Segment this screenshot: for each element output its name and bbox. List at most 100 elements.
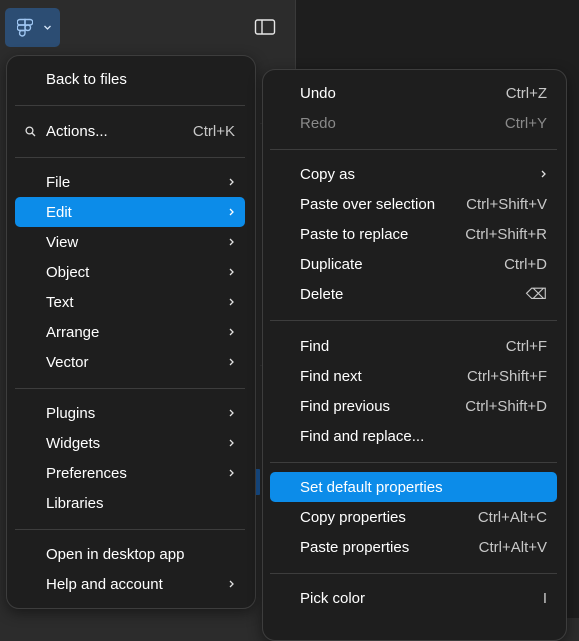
menu-separator — [270, 320, 557, 321]
chevron-right-icon — [229, 178, 234, 186]
paste-properties-item[interactable]: Paste properties Ctrl+Alt+V — [270, 532, 557, 562]
shortcut-label: Ctrl+F — [505, 337, 547, 355]
find-next-item[interactable]: Find next Ctrl+Shift+F — [270, 361, 557, 391]
search-icon — [25, 126, 36, 137]
chevron-right-icon — [229, 409, 234, 417]
menu-item-label: Find previous — [300, 397, 391, 415]
backspace-icon: ⌫ — [525, 286, 547, 303]
vector-item[interactable]: Vector — [15, 347, 245, 377]
edit-item[interactable]: Edit — [15, 197, 245, 227]
shortcut-label: Ctrl+Shift+F — [466, 367, 547, 385]
copy-properties-item[interactable]: Copy properties Ctrl+Alt+C — [270, 502, 557, 532]
menu-item-label: Delete — [300, 285, 344, 303]
menu-item-label: Paste over selection — [300, 195, 436, 213]
menu-item-label: Actions... — [46, 122, 108, 140]
main-menu-button[interactable] — [5, 8, 60, 47]
menu-item-label: Find — [300, 337, 330, 355]
chevron-right-icon — [541, 170, 546, 178]
menu-item-label: Edit — [46, 203, 72, 221]
copy-as-item[interactable]: Copy as — [270, 159, 557, 189]
menu-item-label: Object — [46, 263, 90, 281]
file-item[interactable]: File — [15, 167, 245, 197]
plugins-item[interactable]: Plugins — [15, 398, 245, 428]
redo-item[interactable]: Redo Ctrl+Y — [270, 108, 557, 138]
paste-to-replace-item[interactable]: Paste to replace Ctrl+Shift+R — [270, 219, 557, 249]
menu-item-label: Paste properties — [300, 538, 410, 556]
undo-item[interactable]: Undo Ctrl+Z — [270, 78, 557, 108]
main-menu: Back to files Actions... Ctrl+K File Edi… — [6, 55, 256, 609]
preferences-item[interactable]: Preferences — [15, 458, 245, 488]
menu-item-label: Libraries — [46, 494, 104, 512]
menu-item-label: Open in desktop app — [46, 545, 185, 563]
shortcut-label: Ctrl+Alt+V — [478, 538, 547, 556]
menu-item-label: Undo — [300, 84, 336, 102]
libraries-item[interactable]: Libraries — [15, 488, 245, 518]
menu-item-label: Back to files — [46, 70, 127, 88]
chevron-right-icon — [229, 238, 234, 246]
widgets-item[interactable]: Widgets — [15, 428, 245, 458]
menu-item-label: Pick color — [300, 589, 366, 607]
menu-item-label: Preferences — [46, 464, 127, 482]
menu-item-label: Copy as — [300, 165, 356, 183]
pick-color-item[interactable]: Pick color I — [270, 583, 557, 613]
shortcut-label: I — [542, 589, 547, 607]
menu-separator — [270, 462, 557, 463]
chevron-right-icon — [229, 439, 234, 447]
menu-separator — [270, 573, 557, 574]
sidebar-toggle-icon[interactable] — [254, 18, 276, 36]
help-and-account-item[interactable]: Help and account — [15, 569, 245, 599]
menu-separator — [15, 157, 245, 158]
menu-item-label: Vector — [46, 353, 89, 371]
chevron-right-icon — [229, 298, 234, 306]
arrange-item[interactable]: Arrange — [15, 317, 245, 347]
shortcut-label: Ctrl+Shift+V — [466, 195, 547, 213]
chevron-right-icon — [229, 208, 234, 216]
shortcut-label: Ctrl+Shift+D — [465, 397, 547, 415]
back-to-files-item[interactable]: Back to files — [15, 64, 245, 94]
shortcut-label: Ctrl+D — [504, 255, 547, 273]
shortcut-label: Ctrl+Shift+R — [465, 225, 547, 243]
menu-item-label: Find and replace... — [300, 427, 425, 445]
menu-item-label: Help and account — [46, 575, 163, 593]
shortcut-label: Ctrl+K — [192, 122, 235, 140]
shortcut-label: Ctrl+Z — [505, 84, 547, 102]
text-item[interactable]: Text — [15, 287, 245, 317]
find-and-replace-item[interactable]: Find and replace... — [270, 421, 557, 451]
open-desktop-app-item[interactable]: Open in desktop app — [15, 539, 245, 569]
chevron-right-icon — [229, 268, 234, 276]
menu-separator — [15, 388, 245, 389]
chevron-right-icon — [229, 469, 234, 477]
duplicate-item[interactable]: Duplicate Ctrl+D — [270, 249, 557, 279]
menu-item-label: View — [46, 233, 79, 251]
view-item[interactable]: View — [15, 227, 245, 257]
menu-item-label: Copy properties — [300, 508, 406, 526]
actions-item[interactable]: Actions... Ctrl+K — [15, 116, 245, 146]
paste-over-selection-item[interactable]: Paste over selection Ctrl+Shift+V — [270, 189, 557, 219]
menu-separator — [15, 529, 245, 530]
edit-submenu: Undo Ctrl+Z Redo Ctrl+Y Copy as Paste ov… — [262, 69, 567, 641]
menu-item-label: Text — [46, 293, 74, 311]
chevron-right-icon — [229, 328, 234, 336]
find-previous-item[interactable]: Find previous Ctrl+Shift+D — [270, 391, 557, 421]
chevron-right-icon — [229, 580, 234, 588]
shortcut-label: Ctrl+Y — [504, 114, 547, 132]
set-default-properties-item[interactable]: Set default properties — [270, 472, 557, 502]
figma-logo-icon — [17, 18, 33, 37]
delete-item[interactable]: Delete ⌫ — [270, 279, 557, 309]
object-item[interactable]: Object — [15, 257, 245, 287]
shortcut-label: Ctrl+Alt+C — [477, 508, 547, 526]
menu-item-label: Widgets — [46, 434, 101, 452]
menu-item-label: Redo — [300, 114, 336, 132]
menu-item-label: Duplicate — [300, 255, 363, 273]
menu-item-label: Plugins — [46, 404, 96, 422]
menu-item-label: Set default properties — [300, 478, 443, 496]
find-item[interactable]: Find Ctrl+F — [270, 331, 557, 361]
menu-item-label: Find next — [300, 367, 362, 385]
menu-item-label: Arrange — [46, 323, 100, 341]
menu-separator — [15, 105, 245, 106]
menu-item-label: Paste to replace — [300, 225, 409, 243]
menu-item-label: File — [46, 173, 71, 191]
chevron-down-icon — [44, 25, 51, 30]
menu-separator — [270, 149, 557, 150]
chevron-right-icon — [229, 358, 234, 366]
